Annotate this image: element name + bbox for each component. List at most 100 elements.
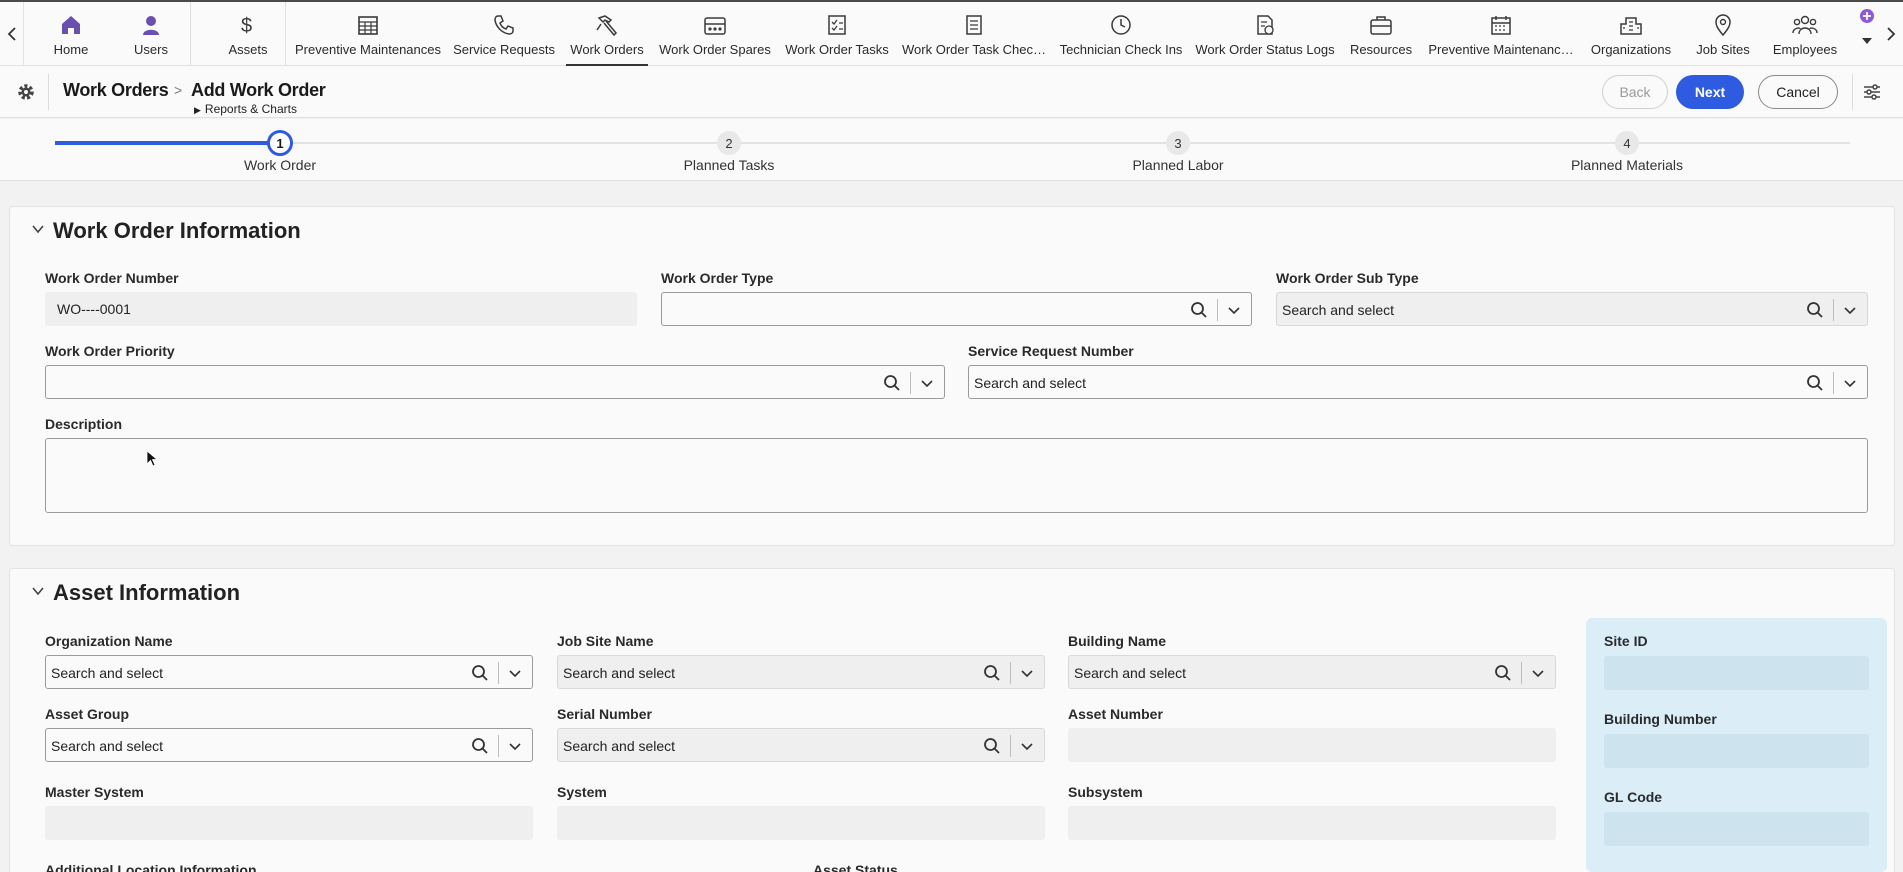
nav-item-job-sites[interactable]: Job Sites	[1692, 2, 1754, 66]
mouse-cursor-icon	[146, 450, 158, 467]
add-tab-icon[interactable]	[1859, 8, 1875, 24]
chevron-down-icon[interactable]	[1843, 376, 1857, 390]
nav-item-label: Work Order Status Logs	[1195, 42, 1335, 57]
search-icon[interactable]	[1806, 374, 1824, 392]
nav-item-organizations[interactable]: Organizations	[1586, 2, 1676, 66]
search-icon[interactable]	[983, 664, 1001, 682]
header-divider	[48, 74, 49, 110]
nav-item-service-requests[interactable]: Service Requests	[453, 2, 555, 66]
cancel-button[interactable]: Cancel	[1758, 75, 1838, 109]
chevron-down-icon[interactable]	[1020, 666, 1034, 680]
reports-charts-toggle[interactable]: ▶ Reports & Charts	[194, 102, 297, 116]
asset-number-label: Asset Number	[1068, 706, 1163, 722]
top-navigation: Home Users $ Assets Preventive Maintenan…	[0, 0, 1903, 66]
work-order-type-label: Work Order Type	[661, 270, 774, 286]
nav-item-users[interactable]: Users	[124, 2, 178, 66]
chevron-down-icon[interactable]	[508, 739, 522, 753]
nav-item-work-order-tasks[interactable]: Work Order Tasks	[785, 2, 889, 66]
chevron-down-icon[interactable]	[1843, 303, 1857, 317]
building-number-field	[1604, 734, 1869, 768]
organization-name-select[interactable]: Search and select	[45, 655, 533, 689]
work-order-sub-type-select[interactable]: Search and select	[1276, 292, 1868, 326]
reports-charts-label: Reports & Charts	[204, 102, 297, 116]
group-icon	[1792, 12, 1818, 38]
chevron-down-icon[interactable]	[920, 376, 934, 390]
nav-item-resources[interactable]: Resources	[1350, 2, 1412, 66]
work-order-type-select[interactable]	[661, 292, 1252, 326]
step-3-indicator[interactable]: 3	[1166, 131, 1190, 155]
site-id-label: Site ID	[1604, 633, 1648, 649]
search-icon[interactable]	[883, 374, 901, 392]
search-icon[interactable]	[471, 737, 489, 755]
site-details-panel: Site ID Building Number GL Code	[1586, 618, 1887, 872]
caret-right-icon: ▶	[194, 105, 201, 115]
search-icon[interactable]	[1494, 664, 1512, 682]
nav-item-work-order-spares[interactable]: Work Order Spares	[659, 2, 771, 66]
nav-item-technician-check-ins[interactable]: Technician Check Ins	[1060, 2, 1182, 66]
nav-scroll-right-button[interactable]	[1879, 2, 1903, 66]
job-site-name-label: Job Site Name	[557, 633, 654, 649]
step-1-indicator[interactable]: 1	[267, 130, 293, 156]
chevron-down-icon[interactable]	[1531, 666, 1545, 680]
back-button[interactable]: Back	[1602, 75, 1668, 109]
nav-item-work-order-status-logs[interactable]: Work Order Status Logs	[1195, 2, 1335, 66]
asset-group-label: Asset Group	[45, 706, 130, 722]
briefcase-icon	[1368, 12, 1394, 38]
job-site-name-select[interactable]: Search and select	[557, 655, 1045, 689]
caret-down-icon[interactable]	[1860, 36, 1874, 46]
gl-code-label: GL Code	[1604, 789, 1663, 805]
step-1-label[interactable]: Work Order	[244, 157, 316, 173]
step-3-label[interactable]: Planned Labor	[1132, 157, 1223, 173]
nav-scroll-left-button[interactable]	[0, 2, 24, 66]
stepper-track	[55, 142, 1850, 144]
phone-icon	[491, 12, 517, 38]
field-divider	[910, 372, 911, 394]
nav-divider	[190, 2, 191, 66]
collapse-chevron-icon[interactable]	[31, 584, 45, 598]
nav-item-home[interactable]: Home	[40, 2, 102, 66]
system-field	[557, 806, 1045, 840]
nav-item-label: Employees	[1772, 42, 1838, 57]
description-textarea[interactable]	[45, 438, 1868, 513]
search-icon[interactable]	[471, 664, 489, 682]
wizard-stepper: 1 Work Order 2 Planned Tasks 3 Planned L…	[0, 119, 1903, 181]
breadcrumb-separator: >	[174, 82, 183, 98]
settings-sliders-icon[interactable]	[1862, 82, 1882, 102]
step-2-indicator[interactable]: 2	[717, 131, 741, 155]
field-divider	[498, 662, 499, 684]
chevron-down-icon[interactable]	[508, 666, 522, 680]
spares-icon	[702, 12, 728, 38]
collapse-chevron-icon[interactable]	[31, 222, 45, 236]
organization-name-placeholder: Search and select	[51, 665, 164, 681]
work-order-priority-select[interactable]	[45, 365, 945, 399]
asset-group-select[interactable]: Search and select	[45, 728, 533, 762]
serial-number-select[interactable]: Search and select	[557, 728, 1045, 762]
work-order-sub-type-label: Work Order Sub Type	[1276, 270, 1419, 286]
header-divider	[1852, 74, 1853, 110]
nav-item-work-orders[interactable]: Work Orders	[566, 2, 648, 66]
checklist-icon	[824, 12, 850, 38]
search-icon[interactable]	[1806, 301, 1824, 319]
search-icon[interactable]	[983, 737, 1001, 755]
step-2-label[interactable]: Planned Tasks	[684, 157, 775, 173]
nav-item-label: Service Requests	[453, 42, 555, 57]
step-4-label[interactable]: Planned Materials	[1571, 157, 1683, 173]
subsystem-label: Subsystem	[1068, 784, 1143, 800]
search-icon[interactable]	[1190, 301, 1208, 319]
service-request-number-select[interactable]: Search and select	[968, 365, 1868, 399]
breadcrumb-work-orders[interactable]: Work Orders	[63, 80, 169, 101]
nav-item-preventive-maintenances[interactable]: Preventive Maintenances	[295, 2, 441, 66]
step-4-indicator[interactable]: 4	[1615, 131, 1639, 155]
building-name-select[interactable]: Search and select	[1068, 655, 1556, 689]
gear-icon[interactable]	[16, 82, 36, 102]
next-button[interactable]: Next	[1676, 75, 1744, 109]
chevron-down-icon[interactable]	[1020, 739, 1034, 753]
chevron-down-icon[interactable]	[1227, 303, 1241, 317]
nav-item-employees[interactable]: Employees	[1768, 2, 1842, 66]
serial-number-label: Serial Number	[557, 706, 652, 722]
nav-item-assets[interactable]: $ Assets	[222, 2, 274, 66]
nav-item-work-order-task-checklists[interactable]: Work Order Task Chec…	[902, 2, 1046, 66]
nav-item-preventive-maintenance-schedules[interactable]: Preventive Maintenanc…	[1428, 2, 1574, 66]
subsystem-field	[1068, 806, 1556, 840]
master-system-label: Master System	[45, 784, 144, 800]
